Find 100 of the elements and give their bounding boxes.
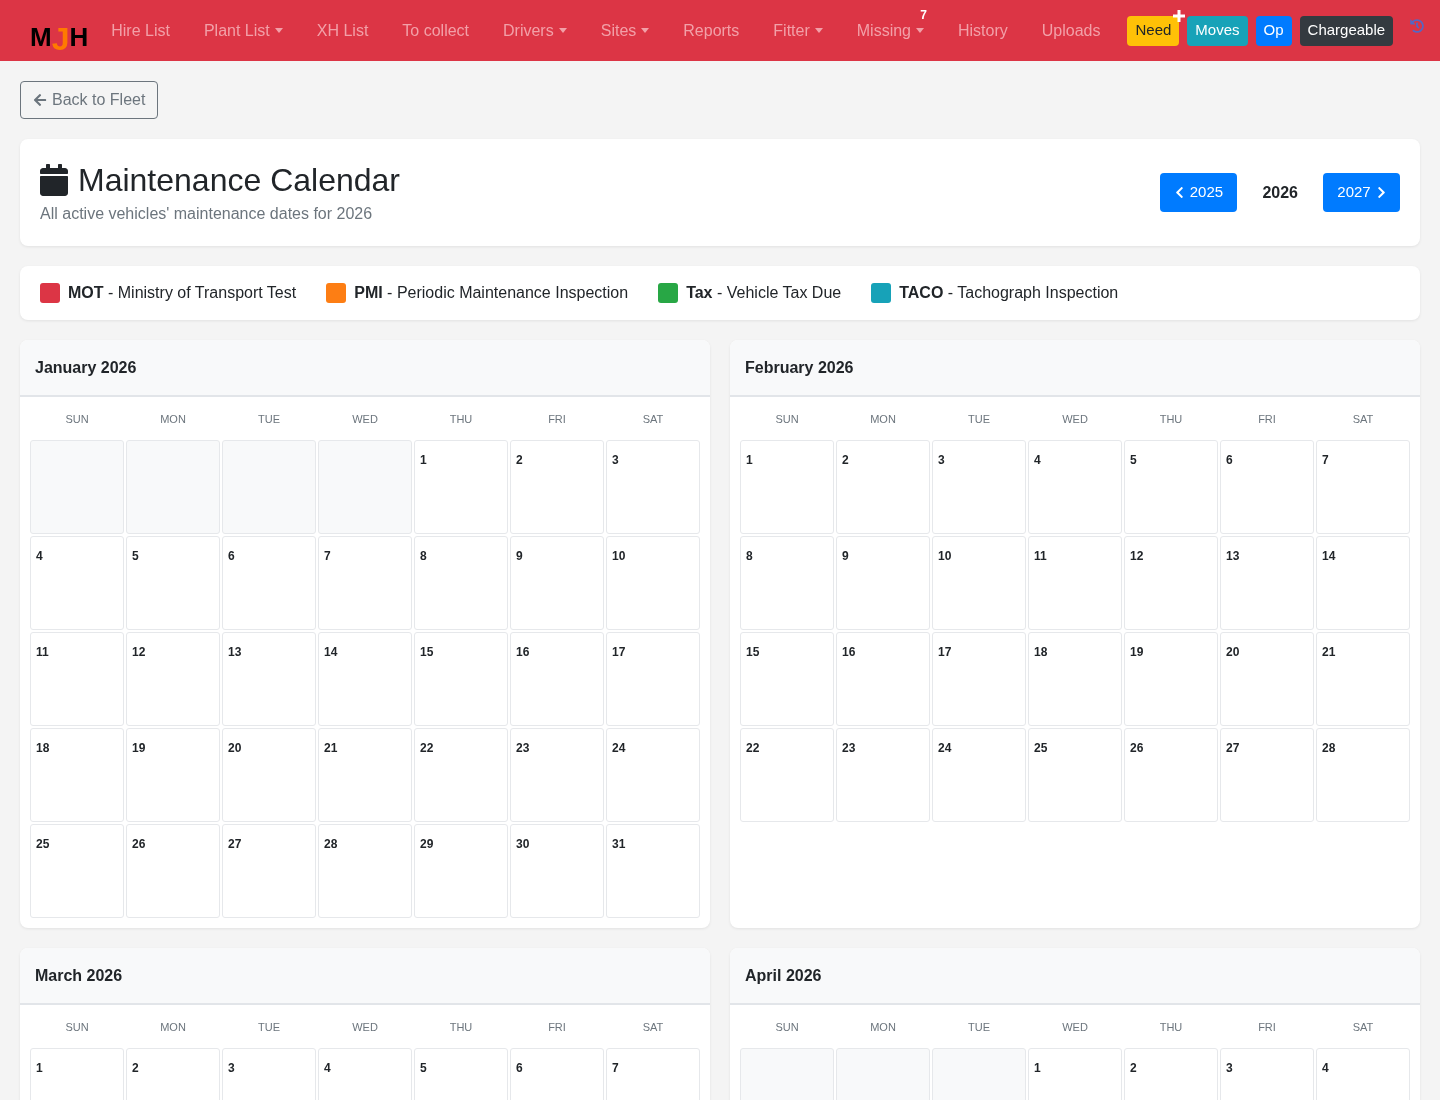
day-cell[interactable]: 2 (510, 440, 604, 534)
brand-logo[interactable]: MJH (30, 11, 89, 50)
day-cell[interactable]: 15 (740, 632, 834, 726)
day-cell[interactable]: 6 (222, 536, 316, 630)
day-cell[interactable]: 20 (1220, 632, 1314, 726)
weekday-label: SAT (642, 411, 664, 427)
notification-count: 7 (920, 8, 927, 21)
day-cell[interactable]: 18 (30, 728, 124, 822)
history-icon[interactable] (1410, 18, 1425, 33)
day-cell[interactable]: 15 (414, 632, 508, 726)
day-cell[interactable]: 3 (1220, 1048, 1314, 1100)
day-cell[interactable]: 26 (1124, 728, 1218, 822)
day-cell[interactable]: 23 (510, 728, 604, 822)
day-cell[interactable]: 7 (318, 536, 412, 630)
day-number: 1 (420, 453, 427, 467)
day-cell[interactable]: 24 (932, 728, 1026, 822)
day-cell[interactable]: 29 (414, 824, 508, 918)
day-cell[interactable]: 7 (1316, 440, 1410, 534)
day-cell[interactable]: 10 (606, 536, 700, 630)
day-number: 11 (1034, 549, 1047, 563)
day-cell[interactable]: 6 (510, 1048, 604, 1100)
day-cell[interactable]: 18 (1028, 632, 1122, 726)
day-cell[interactable]: 1 (1028, 1048, 1122, 1100)
day-number: 14 (1322, 549, 1336, 563)
day-cell[interactable]: 11 (30, 632, 124, 726)
day-cell[interactable]: 1 (414, 440, 508, 534)
day-cell[interactable]: 3 (222, 1048, 316, 1100)
day-cell[interactable]: 27 (222, 824, 316, 918)
day-cell[interactable]: 9 (510, 536, 604, 630)
day-cell[interactable]: 22 (414, 728, 508, 822)
day-cell[interactable]: 21 (1316, 632, 1410, 726)
back-button[interactable]: Back to Fleet (20, 81, 159, 119)
day-cell[interactable]: 19 (1124, 632, 1218, 726)
day-cell[interactable]: 5 (414, 1048, 508, 1100)
weekday-label: MON (870, 1019, 896, 1035)
day-cell[interactable]: 19 (126, 728, 220, 822)
day-cell[interactable]: 31 (606, 824, 700, 918)
day-cell[interactable]: 9 (836, 536, 930, 630)
day-cell[interactable]: 10 (932, 536, 1026, 630)
day-cell[interactable]: 28 (1316, 728, 1410, 822)
day-cell[interactable]: 8 (740, 536, 834, 630)
day-cell[interactable]: 6 (1220, 440, 1314, 534)
day-cell[interactable]: 1 (740, 440, 834, 534)
next-year-button[interactable]: 2027 (1323, 173, 1400, 212)
day-cell[interactable]: 26 (126, 824, 220, 918)
weekday-label: MON (160, 411, 186, 427)
day-cell[interactable]: 30 (510, 824, 604, 918)
day-cell[interactable]: 4 (30, 536, 124, 630)
nav-button[interactable]: Chargeable (1299, 15, 1394, 46)
day-number: 24 (938, 741, 952, 755)
day-cell[interactable]: 5 (1124, 440, 1218, 534)
day-cell[interactable]: 23 (836, 728, 930, 822)
day-number: 23 (516, 741, 530, 755)
day-cell[interactable]: 12 (1124, 536, 1218, 630)
day-cell[interactable]: 25 (1028, 728, 1122, 822)
day-number: 7 (612, 1061, 619, 1075)
day-cell[interactable]: 2 (1124, 1048, 1218, 1100)
day-cell[interactable]: 4 (1028, 440, 1122, 534)
day-cell[interactable]: 11 (1028, 536, 1122, 630)
day-number: 30 (516, 837, 530, 851)
day-cell[interactable]: 12 (126, 632, 220, 726)
day-cell[interactable]: 3 (932, 440, 1026, 534)
day-cell[interactable]: 8 (414, 536, 508, 630)
day-number: 3 (1226, 1061, 1233, 1075)
day-cell[interactable]: 28 (318, 824, 412, 918)
day-cell[interactable]: 25 (30, 824, 124, 918)
day-number: 13 (228, 645, 242, 659)
day-cell[interactable]: 2 (836, 440, 930, 534)
day-cell[interactable]: 14 (318, 632, 412, 726)
day-cell[interactable]: 3 (606, 440, 700, 534)
current-year: 2026 (1262, 182, 1298, 203)
day-cell[interactable]: 22 (740, 728, 834, 822)
day-cell[interactable]: 21 (318, 728, 412, 822)
day-cell[interactable]: 17 (606, 632, 700, 726)
day-cell[interactable]: 17 (932, 632, 1026, 726)
day-number: 4 (1034, 453, 1041, 467)
day-cell[interactable]: 4 (1316, 1048, 1410, 1100)
day-cell[interactable]: 24 (606, 728, 700, 822)
day-cell[interactable]: 4 (318, 1048, 412, 1100)
weekday-label: WED (352, 411, 378, 427)
day-cell[interactable]: 13 (1220, 536, 1314, 630)
nav-button[interactable]: Op (1255, 15, 1292, 46)
day-cell[interactable]: 1 (30, 1048, 124, 1100)
day-number: 1 (36, 1061, 43, 1075)
nav-button[interactable]: Need (1127, 15, 1180, 46)
day-cell[interactable]: 5 (126, 536, 220, 630)
day-number: 23 (842, 741, 856, 755)
day-number: 19 (1130, 645, 1144, 659)
day-number: 27 (1226, 741, 1240, 755)
day-cell[interactable]: 16 (510, 632, 604, 726)
day-cell[interactable]: 20 (222, 728, 316, 822)
day-number: 11 (36, 645, 49, 659)
previous-year-button[interactable]: 2025 (1160, 173, 1238, 212)
day-cell[interactable]: 13 (222, 632, 316, 726)
day-cell[interactable]: 2 (126, 1048, 220, 1100)
day-cell[interactable]: 16 (836, 632, 930, 726)
day-cell[interactable]: 27 (1220, 728, 1314, 822)
day-cell[interactable]: 14 (1316, 536, 1410, 630)
weekday-label: FRI (1258, 1019, 1276, 1035)
day-cell[interactable]: 7 (606, 1048, 700, 1100)
